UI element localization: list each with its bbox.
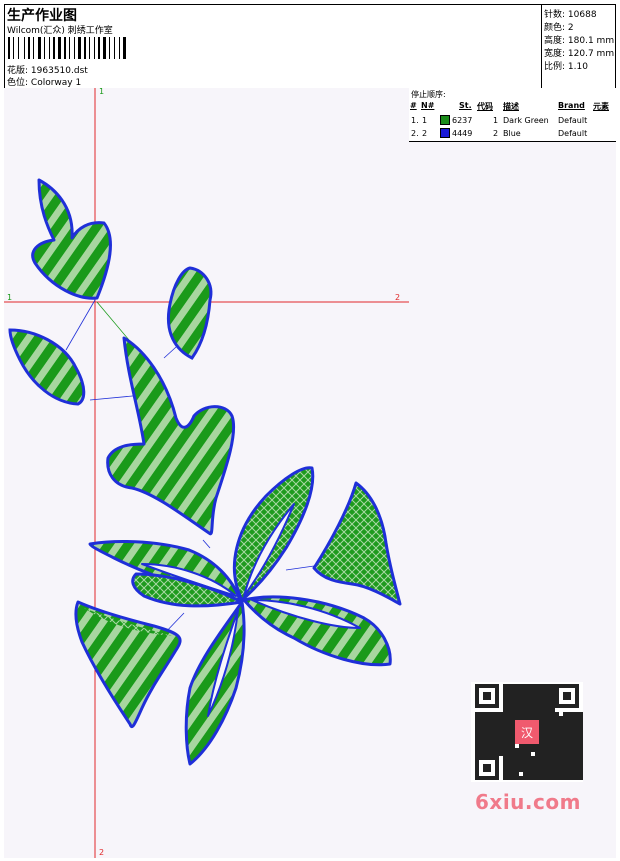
row1-swatch bbox=[440, 115, 450, 125]
leaf-right-upper bbox=[312, 481, 402, 606]
row2-needle: 2 bbox=[422, 129, 428, 138]
studio-name: Wilcom(汇众) 刺绣工作室 bbox=[7, 26, 113, 36]
row1-needle: 1 bbox=[422, 116, 428, 125]
leaf-lower-left bbox=[74, 600, 182, 729]
spec-panel: 针数: 10688 颜色: 2 高度: 180.1 mm 宽度: 120.7 m… bbox=[541, 4, 617, 88]
row2-desc: Blue bbox=[503, 129, 521, 138]
marker-top: 1 bbox=[99, 88, 104, 96]
col-brand: Brand bbox=[558, 101, 585, 110]
leaf-upper-large bbox=[106, 336, 236, 536]
leaf-top-left bbox=[31, 178, 112, 300]
qr-seal: 汉 bbox=[521, 726, 533, 740]
col-element: 元素 bbox=[593, 102, 609, 111]
row2-brand: Default bbox=[558, 129, 588, 138]
marker-bottom: 2 bbox=[99, 848, 104, 857]
stop-sequence-label: 停止顺序: bbox=[411, 90, 446, 99]
watermark-text: 6xiu.com bbox=[475, 790, 581, 814]
embroidery-preview: 1 2 1 2 bbox=[4, 88, 409, 858]
design-width: 宽度: 120.7 mm bbox=[544, 49, 615, 59]
marker-left: 1 bbox=[7, 293, 12, 302]
row1-index: 1. bbox=[411, 116, 419, 125]
leaf-left-curl bbox=[8, 328, 86, 406]
row2-swatch bbox=[440, 128, 450, 138]
barcode bbox=[8, 37, 126, 59]
col-code: 代码 bbox=[477, 102, 493, 111]
row1-code: 1 bbox=[493, 116, 499, 125]
colorway-label: 色位: bbox=[7, 78, 29, 88]
marker-right: 2 bbox=[395, 293, 400, 302]
design-height: 高度: 180.1 mm bbox=[544, 36, 615, 46]
stop-sequence-table: 停止顺序: # N# St. 代码 描述 Brand 元素 1. 1 6237 … bbox=[409, 88, 616, 142]
header: 生产作业图 Wilcom(汇众) 刺绣工作室 花版: 1963510.dst 色… bbox=[4, 4, 616, 89]
colorway-row: 色位: Colorway 1 bbox=[7, 75, 81, 88]
row2-code: 2 bbox=[493, 129, 499, 138]
leaf-teardrop bbox=[167, 266, 213, 360]
page-title: 生产作业图 bbox=[7, 8, 77, 24]
design-canvas[interactable]: 1 2 1 2 bbox=[4, 88, 410, 858]
color-count: 颜色: 2 bbox=[544, 23, 574, 33]
col-index: # bbox=[410, 101, 417, 110]
col-needle: N# bbox=[421, 101, 435, 110]
row1-desc: Dark Green bbox=[503, 116, 549, 125]
col-stitches: St. bbox=[459, 101, 472, 110]
row2-stitches: 4449 bbox=[452, 129, 473, 138]
col-desc: 描述 bbox=[503, 102, 519, 111]
row2-index: 2. bbox=[411, 129, 419, 138]
qr-code: 汉 bbox=[471, 682, 583, 782]
header-info: 生产作业图 Wilcom(汇众) 刺绣工作室 花版: 1963510.dst 色… bbox=[4, 4, 541, 88]
row1-brand: Default bbox=[558, 116, 588, 125]
row1-stitches: 6237 bbox=[452, 116, 473, 125]
stitch-count: 针数: 10688 bbox=[544, 10, 597, 20]
design-ratio: 比例: 1.10 bbox=[544, 62, 588, 72]
colorway-value: Colorway 1 bbox=[30, 78, 82, 88]
qr-code-image: 汉 bbox=[475, 684, 583, 780]
